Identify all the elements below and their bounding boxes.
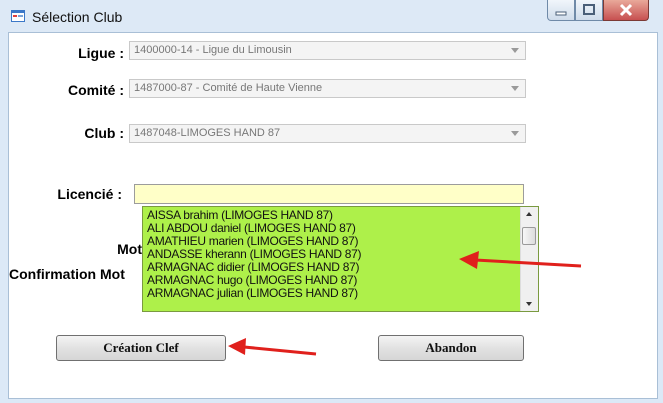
close-button[interactable] bbox=[603, 0, 649, 21]
abandon-button[interactable]: Abandon bbox=[378, 335, 524, 361]
window-controls bbox=[547, 0, 649, 24]
scroll-thumb[interactable] bbox=[522, 227, 536, 245]
chevron-down-icon[interactable] bbox=[511, 131, 519, 136]
title-bar[interactable]: Sélection Club bbox=[0, 0, 663, 32]
ligue-combo[interactable]: 1400000-14 - Ligue du Limousin bbox=[129, 41, 526, 60]
chevron-down-icon[interactable] bbox=[511, 86, 519, 91]
licencie-label: Licencié : bbox=[57, 186, 122, 202]
licencie-input[interactable] bbox=[134, 184, 524, 204]
scroll-down-icon[interactable] bbox=[526, 302, 532, 306]
club-combo[interactable]: 1487048-LIMOGES HAND 87 bbox=[129, 124, 526, 143]
red-arrow-annotation-icon bbox=[228, 338, 317, 356]
club-label: Club : bbox=[84, 125, 124, 141]
list-item[interactable]: ARMAGNAC julian (LIMOGES HAND 87) bbox=[143, 287, 361, 300]
maximize-button[interactable] bbox=[575, 0, 603, 21]
minimize-button[interactable] bbox=[547, 0, 575, 21]
window-title: Sélection Club bbox=[32, 9, 123, 25]
maximize-icon bbox=[583, 4, 595, 15]
mot-label: Mot bbox=[117, 241, 142, 257]
form-icon bbox=[11, 10, 25, 22]
confirmation-mot-label: Confirmation Mot bbox=[9, 266, 125, 282]
red-arrow-annotation-icon bbox=[459, 251, 582, 269]
ligue-label: Ligue : bbox=[78, 45, 124, 61]
ligue-value: 1400000-14 - Ligue du Limousin bbox=[134, 44, 292, 56]
comite-value: 1487000-87 - Comité de Haute Vienne bbox=[134, 82, 323, 94]
comite-label: Comité : bbox=[68, 82, 124, 98]
comite-combo[interactable]: 1487000-87 - Comité de Haute Vienne bbox=[129, 79, 526, 98]
chevron-down-icon[interactable] bbox=[511, 48, 519, 53]
creation-clef-button[interactable]: Création Clef bbox=[56, 335, 226, 361]
list-items: AISSA brahim (LIMOGES HAND 87) ALI ABDOU… bbox=[143, 209, 361, 300]
window: Sélection Club Ligue : 1400000-14 - Ligu… bbox=[0, 0, 663, 403]
club-value: 1487048-LIMOGES HAND 87 bbox=[134, 127, 281, 139]
close-icon bbox=[619, 3, 633, 17]
minimize-icon bbox=[555, 11, 567, 16]
scroll-up-icon[interactable] bbox=[526, 212, 532, 216]
